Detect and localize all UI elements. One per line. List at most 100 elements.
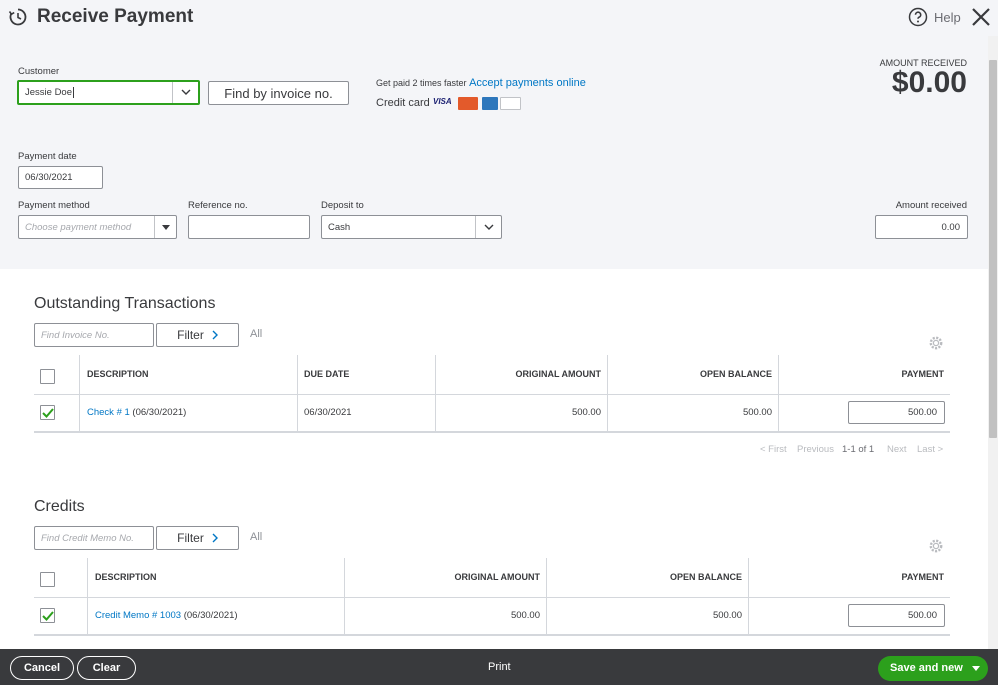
column-divider (607, 355, 608, 432)
payment-method-label: Payment method (18, 200, 90, 211)
deposit-to-dropdown-button[interactable] (475, 216, 501, 238)
column-header-description: DESCRIPTION (95, 572, 157, 582)
reference-field[interactable] (188, 215, 310, 239)
credit-card-label: Credit card (376, 97, 430, 109)
customer-dropdown-button[interactable] (172, 82, 198, 103)
column-header-due-date: DUE DATE (304, 369, 350, 379)
promo-prefix: Get paid 2 times faster (376, 78, 467, 88)
chevron-down-icon (181, 89, 190, 95)
page-title: Receive Payment (37, 6, 194, 27)
row-date: (06/30/2021) (129, 407, 187, 418)
save-and-new-button[interactable]: Save and new (878, 656, 988, 681)
filter-all-label: All (250, 531, 263, 543)
payment-date-label: Payment date (18, 151, 77, 162)
table-divider (34, 394, 950, 395)
checkmark-icon (41, 407, 54, 418)
payment-method-select[interactable]: Choose payment method (18, 215, 177, 239)
credits-title: Credits (34, 498, 85, 515)
row-due-date: 06/30/2021 (304, 407, 352, 418)
payment-date-field[interactable]: 06/30/2021 (18, 166, 103, 189)
pager-first[interactable]: < First (760, 444, 787, 455)
table-divider (34, 431, 950, 433)
help-icon[interactable] (908, 7, 928, 27)
help-link[interactable]: Help (934, 10, 961, 25)
payment-method-dropdown-button[interactable] (154, 216, 176, 238)
cancel-button[interactable]: Cancel (10, 656, 74, 680)
select-all-checkbox[interactable] (40, 369, 55, 384)
column-divider (344, 558, 345, 635)
column-divider (546, 558, 547, 635)
amount-received-label: Amount received (895, 200, 967, 211)
payment-date-value: 06/30/2021 (25, 172, 73, 183)
pager-range: 1-1 of 1 (842, 444, 875, 455)
payment-amount-input[interactable]: 500.00 (848, 401, 945, 424)
payment-amount-input[interactable]: 500.00 (848, 604, 945, 627)
column-header-description: DESCRIPTION (87, 369, 149, 379)
checkmark-icon (41, 610, 54, 621)
print-button[interactable]: Print (488, 661, 511, 673)
column-header-original-amount: ORIGINAL AMOUNT (515, 369, 602, 379)
row-open-balance: 500.00 (712, 610, 742, 621)
row-open-balance: 500.00 (742, 407, 772, 418)
credits-filter-button[interactable]: Filter (156, 526, 239, 550)
clear-button[interactable]: Clear (77, 656, 136, 680)
column-divider (79, 355, 80, 432)
discover-logo (500, 97, 521, 110)
amount-received-field[interactable]: 0.00 (875, 215, 968, 239)
column-divider (297, 355, 298, 432)
select-all-checkbox[interactable] (40, 572, 55, 587)
check-link[interactable]: Check # 1 (87, 407, 130, 418)
column-header-payment: PAYMENT (901, 572, 944, 582)
column-header-original-amount: ORIGINAL AMOUNT (454, 572, 541, 582)
outstanding-filter-button[interactable]: Filter (156, 323, 239, 347)
customer-label: Customer (18, 66, 60, 77)
filter-all-label: All (250, 328, 263, 340)
filter-label: Filter (177, 531, 204, 545)
gear-icon[interactable] (928, 335, 944, 351)
column-divider (87, 558, 88, 635)
column-divider (748, 558, 749, 635)
table-divider (34, 634, 950, 636)
amex-logo (482, 97, 498, 110)
deposit-to-value: Cash (328, 221, 351, 233)
row-checkbox[interactable] (40, 608, 55, 623)
chevron-right-icon (212, 330, 218, 340)
customer-field[interactable]: Jessie Doe (17, 80, 200, 105)
credit-memo-link[interactable]: Credit Memo # 1003 (95, 610, 181, 621)
caret-down-icon[interactable] (972, 666, 980, 671)
column-divider (778, 355, 779, 432)
row-original-amount: 500.00 (510, 610, 540, 621)
visa-logo: VISA (433, 97, 452, 106)
title-bar: Receive Payment Help (0, 0, 998, 36)
close-icon[interactable] (970, 6, 992, 28)
accept-payments-link[interactable]: Accept payments online (469, 77, 586, 89)
scrollbar-thumb[interactable] (989, 60, 997, 438)
find-invoice-placeholder: Find Invoice No. (41, 329, 110, 341)
column-header-payment: PAYMENT (901, 369, 944, 379)
column-header-open-balance: OPEN BALANCE (669, 572, 742, 582)
deposit-to-label: Deposit to (321, 200, 364, 211)
pager-last[interactable]: Last > (917, 444, 943, 455)
outstanding-transactions-title: Outstanding Transactions (34, 295, 216, 312)
gear-icon[interactable] (928, 538, 944, 554)
promo-text: Get paid 2 times faster Accept payments … (376, 77, 586, 89)
pager-next[interactable]: Next (887, 444, 907, 455)
reference-label: Reference no. (188, 200, 248, 211)
recent-history-icon[interactable] (8, 7, 28, 27)
payment-method-placeholder: Choose payment method (25, 221, 132, 233)
row-description: Credit Memo # 1003 (06/30/2021) (95, 610, 238, 621)
column-divider (435, 355, 436, 432)
mastercard-logo (458, 97, 478, 110)
find-invoice-input[interactable]: Find Invoice No. (34, 323, 154, 347)
find-by-invoice-button[interactable]: Find by invoice no. (208, 81, 349, 105)
table-divider (34, 597, 950, 598)
pager-previous[interactable]: Previous (797, 444, 834, 455)
deposit-to-select[interactable]: Cash (321, 215, 502, 239)
customer-value: Jessie Doe (25, 87, 72, 98)
row-checkbox[interactable] (40, 405, 55, 420)
row-original-amount: 500.00 (571, 407, 601, 418)
column-header-open-balance: OPEN BALANCE (699, 369, 772, 379)
filter-label: Filter (177, 328, 204, 342)
find-credit-memo-input[interactable]: Find Credit Memo No. (34, 526, 154, 550)
row-date: (06/30/2021) (181, 610, 238, 621)
